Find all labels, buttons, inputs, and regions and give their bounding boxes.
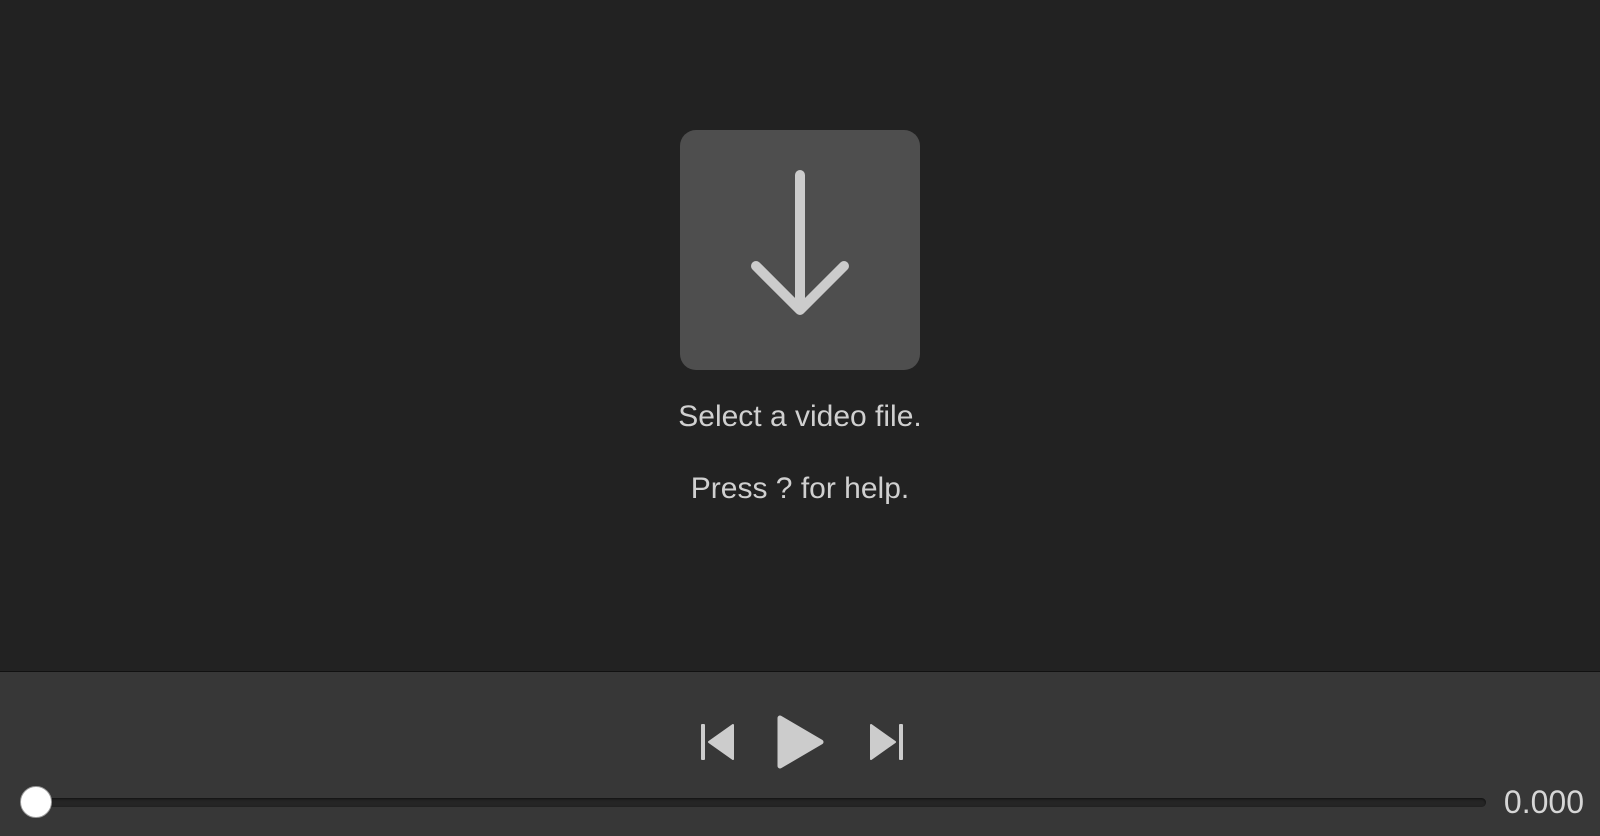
seek-thumb[interactable] xyxy=(20,786,52,818)
video-stage: Select a video file. Press ? for help. xyxy=(0,0,1600,672)
help-hint: Press ? for help. xyxy=(690,472,910,505)
select-file-button[interactable] xyxy=(680,130,920,370)
transport-controls xyxy=(0,712,1600,772)
select-file-message: Select a video file. xyxy=(678,400,922,433)
controls-bar: 0.000 xyxy=(0,672,1600,836)
play-icon xyxy=(777,715,824,769)
time-display: 0.000 xyxy=(1503,784,1584,820)
video-player-app: Select a video file. Press ? for help. 0… xyxy=(0,0,1600,836)
skip-previous-icon xyxy=(701,724,734,760)
arrow-down-icon xyxy=(751,170,849,315)
skip-next-icon xyxy=(870,724,903,760)
play-button[interactable] xyxy=(772,712,828,772)
seek-slider[interactable] xyxy=(20,782,1486,822)
previous-button[interactable] xyxy=(692,712,742,772)
seek-track xyxy=(36,798,1486,807)
next-button[interactable] xyxy=(862,712,912,772)
